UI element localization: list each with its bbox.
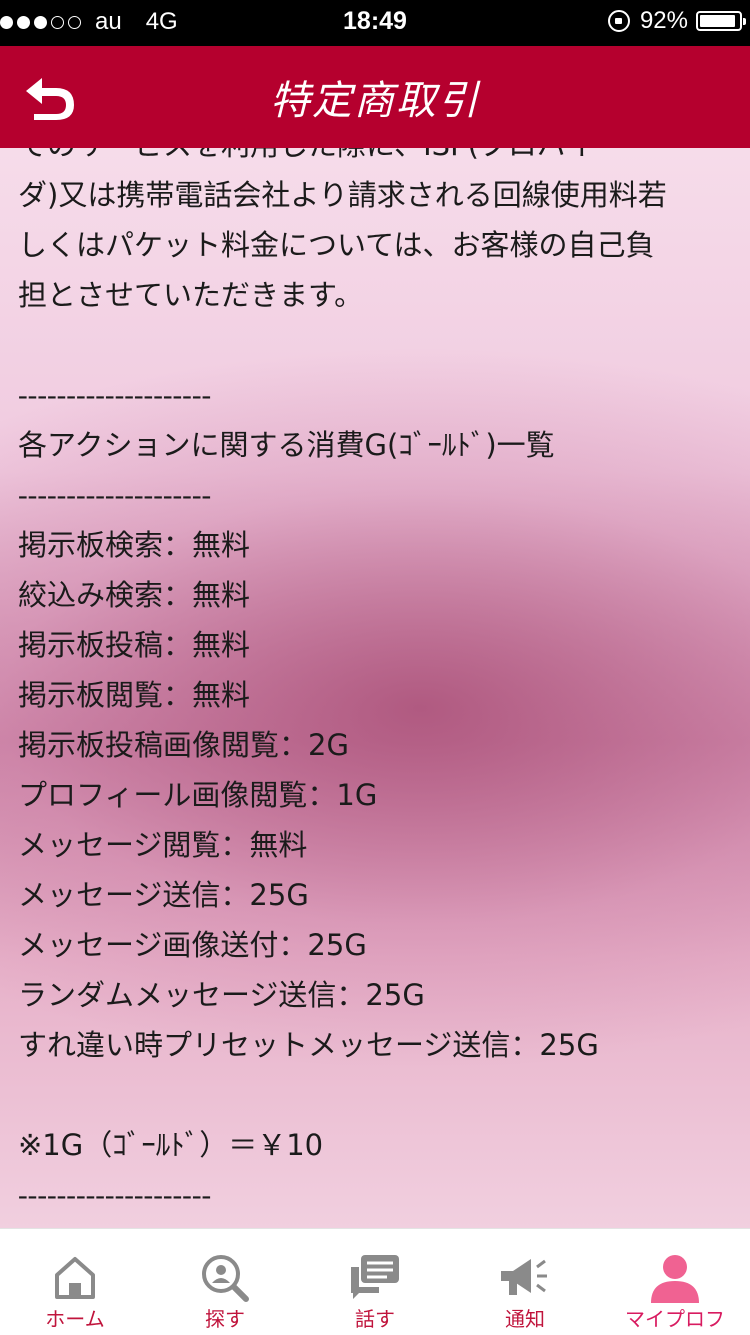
battery-percent: 92% [639,7,688,34]
price-item: プロフィール画像閲覧：1G [18,778,378,812]
divider-line: -------------------- [18,479,212,511]
megaphone-icon [501,1259,547,1295]
text-line: 担とさせていただきます。 [18,278,364,312]
price-item: すれ違い時プリセットメッセージ送信：25G [18,1028,599,1062]
terms-text: でのサービスを利用した際に、ISP(プロバイ ダ)又は携帯電話会社より請求される… [18,148,738,1220]
tab-bar: ホーム 探す 話す 通知 マイプロフ [0,1228,750,1335]
price-item: 掲示板投稿：無料 [18,628,251,662]
section-heading: 各アクションに関する消費G(ｺﾞｰﾙﾄﾞ)一覧 [18,428,555,462]
price-item: メッセージ閲覧：無料 [18,828,308,862]
tab-label: 探す [205,1307,245,1331]
app-header: 特定商取引 [0,46,750,148]
page-title: 特定商取引 [270,78,480,124]
tab-label: ホーム [45,1307,105,1331]
tab-search[interactable]: 探す [150,1229,300,1335]
text-line [18,1070,738,1120]
content-area[interactable]: でのサービスを利用した際に、ISP(プロバイ ダ)又は携帯電話会社より請求される… [0,148,750,1228]
text-line [18,320,738,370]
price-item: 絞込み検索：無料 [18,578,251,612]
rotation-lock-icon [607,10,630,32]
chat-icon [351,1255,399,1299]
text-line: ダ)又は携帯電話会社より請求される回線使用料若 [18,178,667,212]
search-user-icon [202,1255,249,1302]
divider-line: -------------------- [18,379,212,411]
tab-home[interactable]: ホーム [0,1229,150,1335]
tab-label: 話す [355,1307,395,1331]
home-icon [55,1257,95,1299]
price-item: 掲示板投稿画像閲覧：2G [18,728,349,762]
profile-icon [651,1255,699,1303]
status-right: 92% [607,7,746,35]
gold-rate-note: ※1G（ｺﾞｰﾙﾄﾞ）＝￥10 [18,1128,324,1162]
text-line: しくはパケット料金については、お客様の自己負 [18,228,655,262]
tab-label: 通知 [505,1307,545,1331]
price-item: 掲示板検索：無料 [18,528,251,562]
tab-label: マイプロフ [625,1307,725,1331]
price-item: 掲示板閲覧：無料 [18,678,251,712]
price-item: ランダムメッセージ送信：25G [18,978,425,1012]
tab-talk[interactable]: 話す [300,1229,450,1335]
text-line: でのサービスを利用した際に、ISP(プロバイ [18,148,738,170]
divider-line: -------------------- [18,1179,212,1211]
battery-icon [696,11,746,31]
status-bar: au 4G 18:49 92% [0,0,750,46]
tab-notifications[interactable]: 通知 [450,1229,600,1335]
tab-my-profile[interactable]: マイプロフ [600,1229,750,1335]
price-item: メッセージ画像送付：25G [18,928,367,962]
price-item: メッセージ送信：25G [18,878,309,912]
